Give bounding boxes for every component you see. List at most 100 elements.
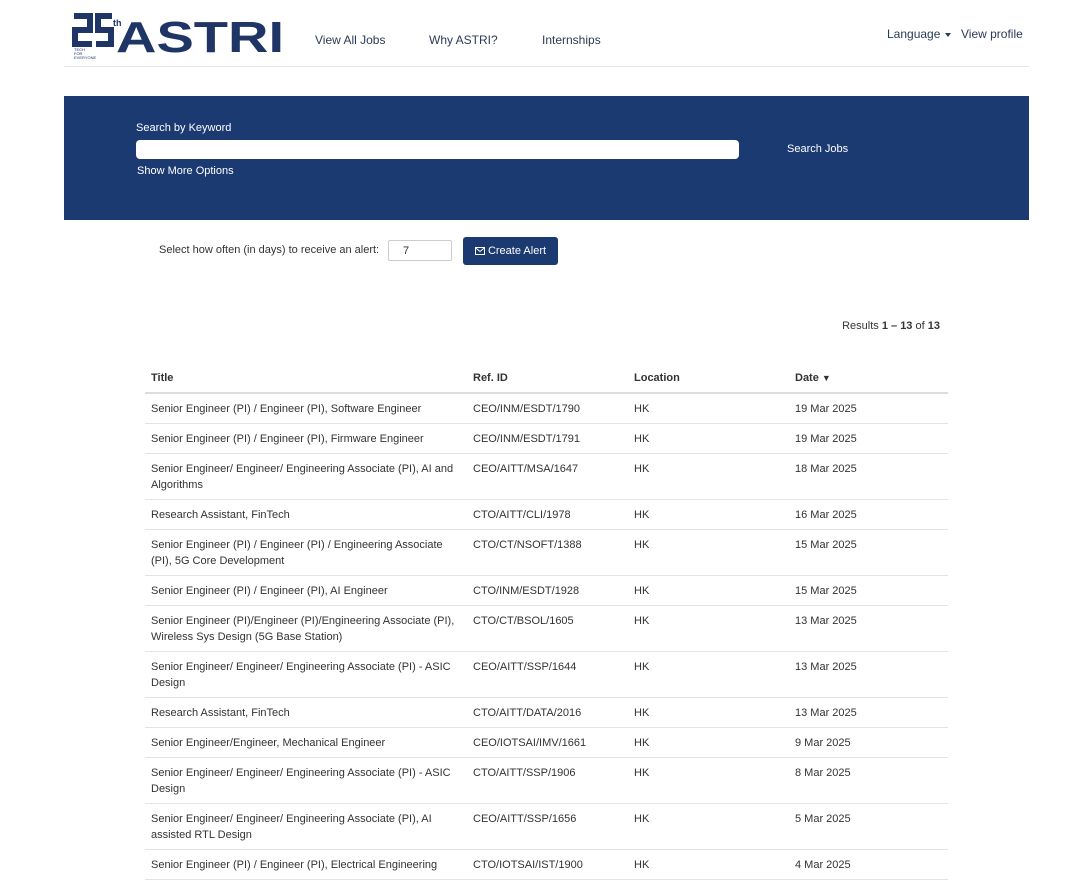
job-title-link[interactable]: Senior Engineer (PI) / Engineer (PI), Fi… — [145, 423, 467, 454]
svg-text:ASTRI: ASTRI — [116, 13, 284, 60]
job-posted-date: 15 Mar 2025 — [789, 575, 948, 606]
job-posted-date: 16 Mar 2025 — [789, 499, 948, 530]
results-of: of — [915, 320, 925, 332]
job-title-link[interactable]: Senior Engineer/ Engineer/ Engineering A… — [145, 453, 467, 500]
view-profile-link[interactable]: View profile — [961, 27, 1023, 41]
search-jobs-button[interactable]: Search Jobs — [787, 143, 848, 155]
job-title-link[interactable]: Senior Engineer (PI) / Engineer (PI), El… — [145, 849, 467, 880]
table-header-row: Title Ref. ID Location Date ▼ — [145, 364, 948, 394]
job-location: HK — [628, 697, 789, 728]
alert-frequency-label: Select how often (in days) to receive an… — [159, 244, 380, 256]
job-ref-id: CTO/INM/ESDT/1928 — [467, 575, 628, 606]
job-posted-date: 5 Mar 2025 — [789, 803, 948, 850]
table-row: Senior Engineer/ Engineer/ Engineering A… — [145, 651, 948, 698]
column-header-ref-id[interactable]: Ref. ID — [467, 364, 628, 394]
table-row: Senior Engineer (PI) / Engineer (PI), Fi… — [145, 423, 948, 454]
job-location: HK — [628, 727, 789, 758]
keyword-search-input[interactable] — [136, 140, 739, 159]
astri-logo-graphic: th TECH FOR EVERYONE ASTRI — [72, 13, 284, 60]
language-menu[interactable]: Language — [887, 27, 952, 41]
job-ref-id: CEO/IOTSAI/IMV/1661 — [467, 727, 628, 758]
table-row: Senior Engineer/ Engineer/ Engineering A… — [145, 453, 948, 500]
caret-down-icon — [945, 32, 952, 37]
nav-why-astri[interactable]: Why ASTRI? — [429, 33, 498, 47]
job-title-link[interactable]: Senior Engineer (PI) / Engineer (PI) / E… — [145, 529, 467, 576]
job-location: HK — [628, 499, 789, 530]
site-header: th TECH FOR EVERYONE ASTRI View All Jobs… — [64, 0, 1029, 67]
job-ref-id: CTO/CT/NSOFT/1388 — [467, 529, 628, 576]
language-label: Language — [887, 27, 941, 41]
job-location: HK — [628, 423, 789, 454]
table-row: Senior Engineer (PI) / Engineer (PI), AI… — [145, 575, 948, 606]
job-posted-date: 19 Mar 2025 — [789, 393, 948, 424]
job-ref-id: CEO/INM/ESDT/1790 — [467, 393, 628, 424]
job-title-link[interactable]: Research Assistant, FinTech — [145, 499, 467, 530]
job-title-link[interactable]: Senior Engineer/ Engineer/ Engineering A… — [145, 803, 467, 850]
job-location: HK — [628, 529, 789, 576]
table-row: Research Assistant, FinTech CTO/AITT/DATA… — [145, 697, 948, 728]
job-ref-id: CEO/INM/ESDT/1791 — [467, 423, 628, 454]
job-title-link[interactable]: Senior Engineer (PI) / Engineer (PI), So… — [145, 393, 467, 424]
alert-frequency-input[interactable] — [388, 240, 452, 261]
job-ref-id: CTO/AITT/SSP/1906 — [467, 757, 628, 804]
job-location: HK — [628, 757, 789, 804]
job-ref-id: CTO/AITT/CLI/1978 — [467, 499, 628, 530]
job-title-link[interactable]: Senior Engineer/Engineer, Mechanical Eng… — [145, 727, 467, 758]
keyword-label: Search by Keyword — [136, 122, 232, 134]
create-alert-label: Create Alert — [487, 245, 547, 257]
job-location: HK — [628, 393, 789, 424]
table-row: Research Assistant, FinTech CTO/AITT/CLI/… — [145, 499, 948, 530]
job-posted-date: 9 Mar 2025 — [789, 727, 948, 758]
column-header-date[interactable]: Date ▼ — [789, 364, 948, 394]
job-title-link[interactable]: Senior Engineer/ Engineer/ Engineering A… — [145, 757, 467, 804]
job-location: HK — [628, 605, 789, 652]
show-more-options-link[interactable]: Show More Options — [137, 165, 234, 177]
table-row: Senior Engineer (PI) / Engineer (PI), So… — [145, 393, 948, 424]
job-posted-date: 13 Mar 2025 — [789, 697, 948, 728]
job-location: HK — [628, 849, 789, 880]
job-title-link[interactable]: Senior Engineer (PI)/Engineer (PI)/Engin… — [145, 605, 467, 652]
table-row: Senior Engineer (PI)/Engineer (PI)/Engin… — [145, 605, 948, 652]
job-ref-id: CEO/AITT/SSP/1644 — [467, 651, 628, 698]
astri-logo[interactable]: th TECH FOR EVERYONE ASTRI — [72, 8, 286, 60]
job-ref-id: CTO/CT/BSOL/1605 — [467, 605, 628, 652]
results-count: Results 1 – 13 of 13 — [842, 320, 940, 332]
job-ref-id: CEO/AITT/SSP/1656 — [467, 803, 628, 850]
create-alert-button[interactable]: Create Alert — [463, 237, 558, 265]
sort-descending-icon: ▼ — [821, 373, 831, 383]
table-row: Senior Engineer/ Engineer/ Engineering A… — [145, 757, 948, 804]
job-posted-date: 19 Mar 2025 — [789, 423, 948, 454]
table-row: Senior Engineer/ Engineer/ Engineering A… — [145, 803, 948, 850]
job-posted-date: 13 Mar 2025 — [789, 651, 948, 698]
search-banner: Search by Keyword Show More Options Sear… — [64, 96, 1029, 220]
job-title-link[interactable]: Research Assistant, FinTech — [145, 697, 467, 728]
job-ref-id: CTO/AITT/DATA/2016 — [467, 697, 628, 728]
job-location: HK — [628, 575, 789, 606]
date-header-label: Date — [795, 372, 819, 384]
job-posted-date: 8 Mar 2025 — [789, 757, 948, 804]
results-total: 13 — [927, 320, 940, 332]
column-header-location[interactable]: Location — [628, 364, 789, 394]
table-row: Senior Engineer/Engineer, Mechanical Eng… — [145, 727, 948, 758]
job-posted-date: 15 Mar 2025 — [789, 529, 948, 576]
jobs-table: Title Ref. ID Location Date ▼ Senior Eng… — [145, 364, 948, 880]
job-posted-date: 4 Mar 2025 — [789, 849, 948, 880]
job-title-link[interactable]: Senior Engineer/ Engineer/ Engineering A… — [145, 651, 467, 698]
results-prefix: Results — [842, 320, 879, 332]
job-location: HK — [628, 803, 789, 850]
table-row: Senior Engineer (PI) / Engineer (PI), El… — [145, 849, 948, 880]
job-location: HK — [628, 651, 789, 698]
job-location: HK — [628, 453, 789, 500]
nav-view-all-jobs[interactable]: View All Jobs — [315, 33, 385, 47]
envelope-icon — [474, 247, 485, 255]
svg-text:EVERYONE: EVERYONE — [74, 55, 96, 60]
job-posted-date: 13 Mar 2025 — [789, 605, 948, 652]
job-posted-date: 18 Mar 2025 — [789, 453, 948, 500]
nav-internships[interactable]: Internships — [542, 33, 601, 47]
table-row: Senior Engineer (PI) / Engineer (PI) / E… — [145, 529, 948, 576]
job-title-link[interactable]: Senior Engineer (PI) / Engineer (PI), AI… — [145, 575, 467, 606]
column-header-title[interactable]: Title — [145, 364, 467, 394]
results-range: 1 – 13 — [881, 320, 913, 332]
jobs-table-body: Senior Engineer (PI) / Engineer (PI), So… — [145, 393, 948, 880]
job-ref-id: CEO/AITT/MSA/1647 — [467, 453, 628, 500]
